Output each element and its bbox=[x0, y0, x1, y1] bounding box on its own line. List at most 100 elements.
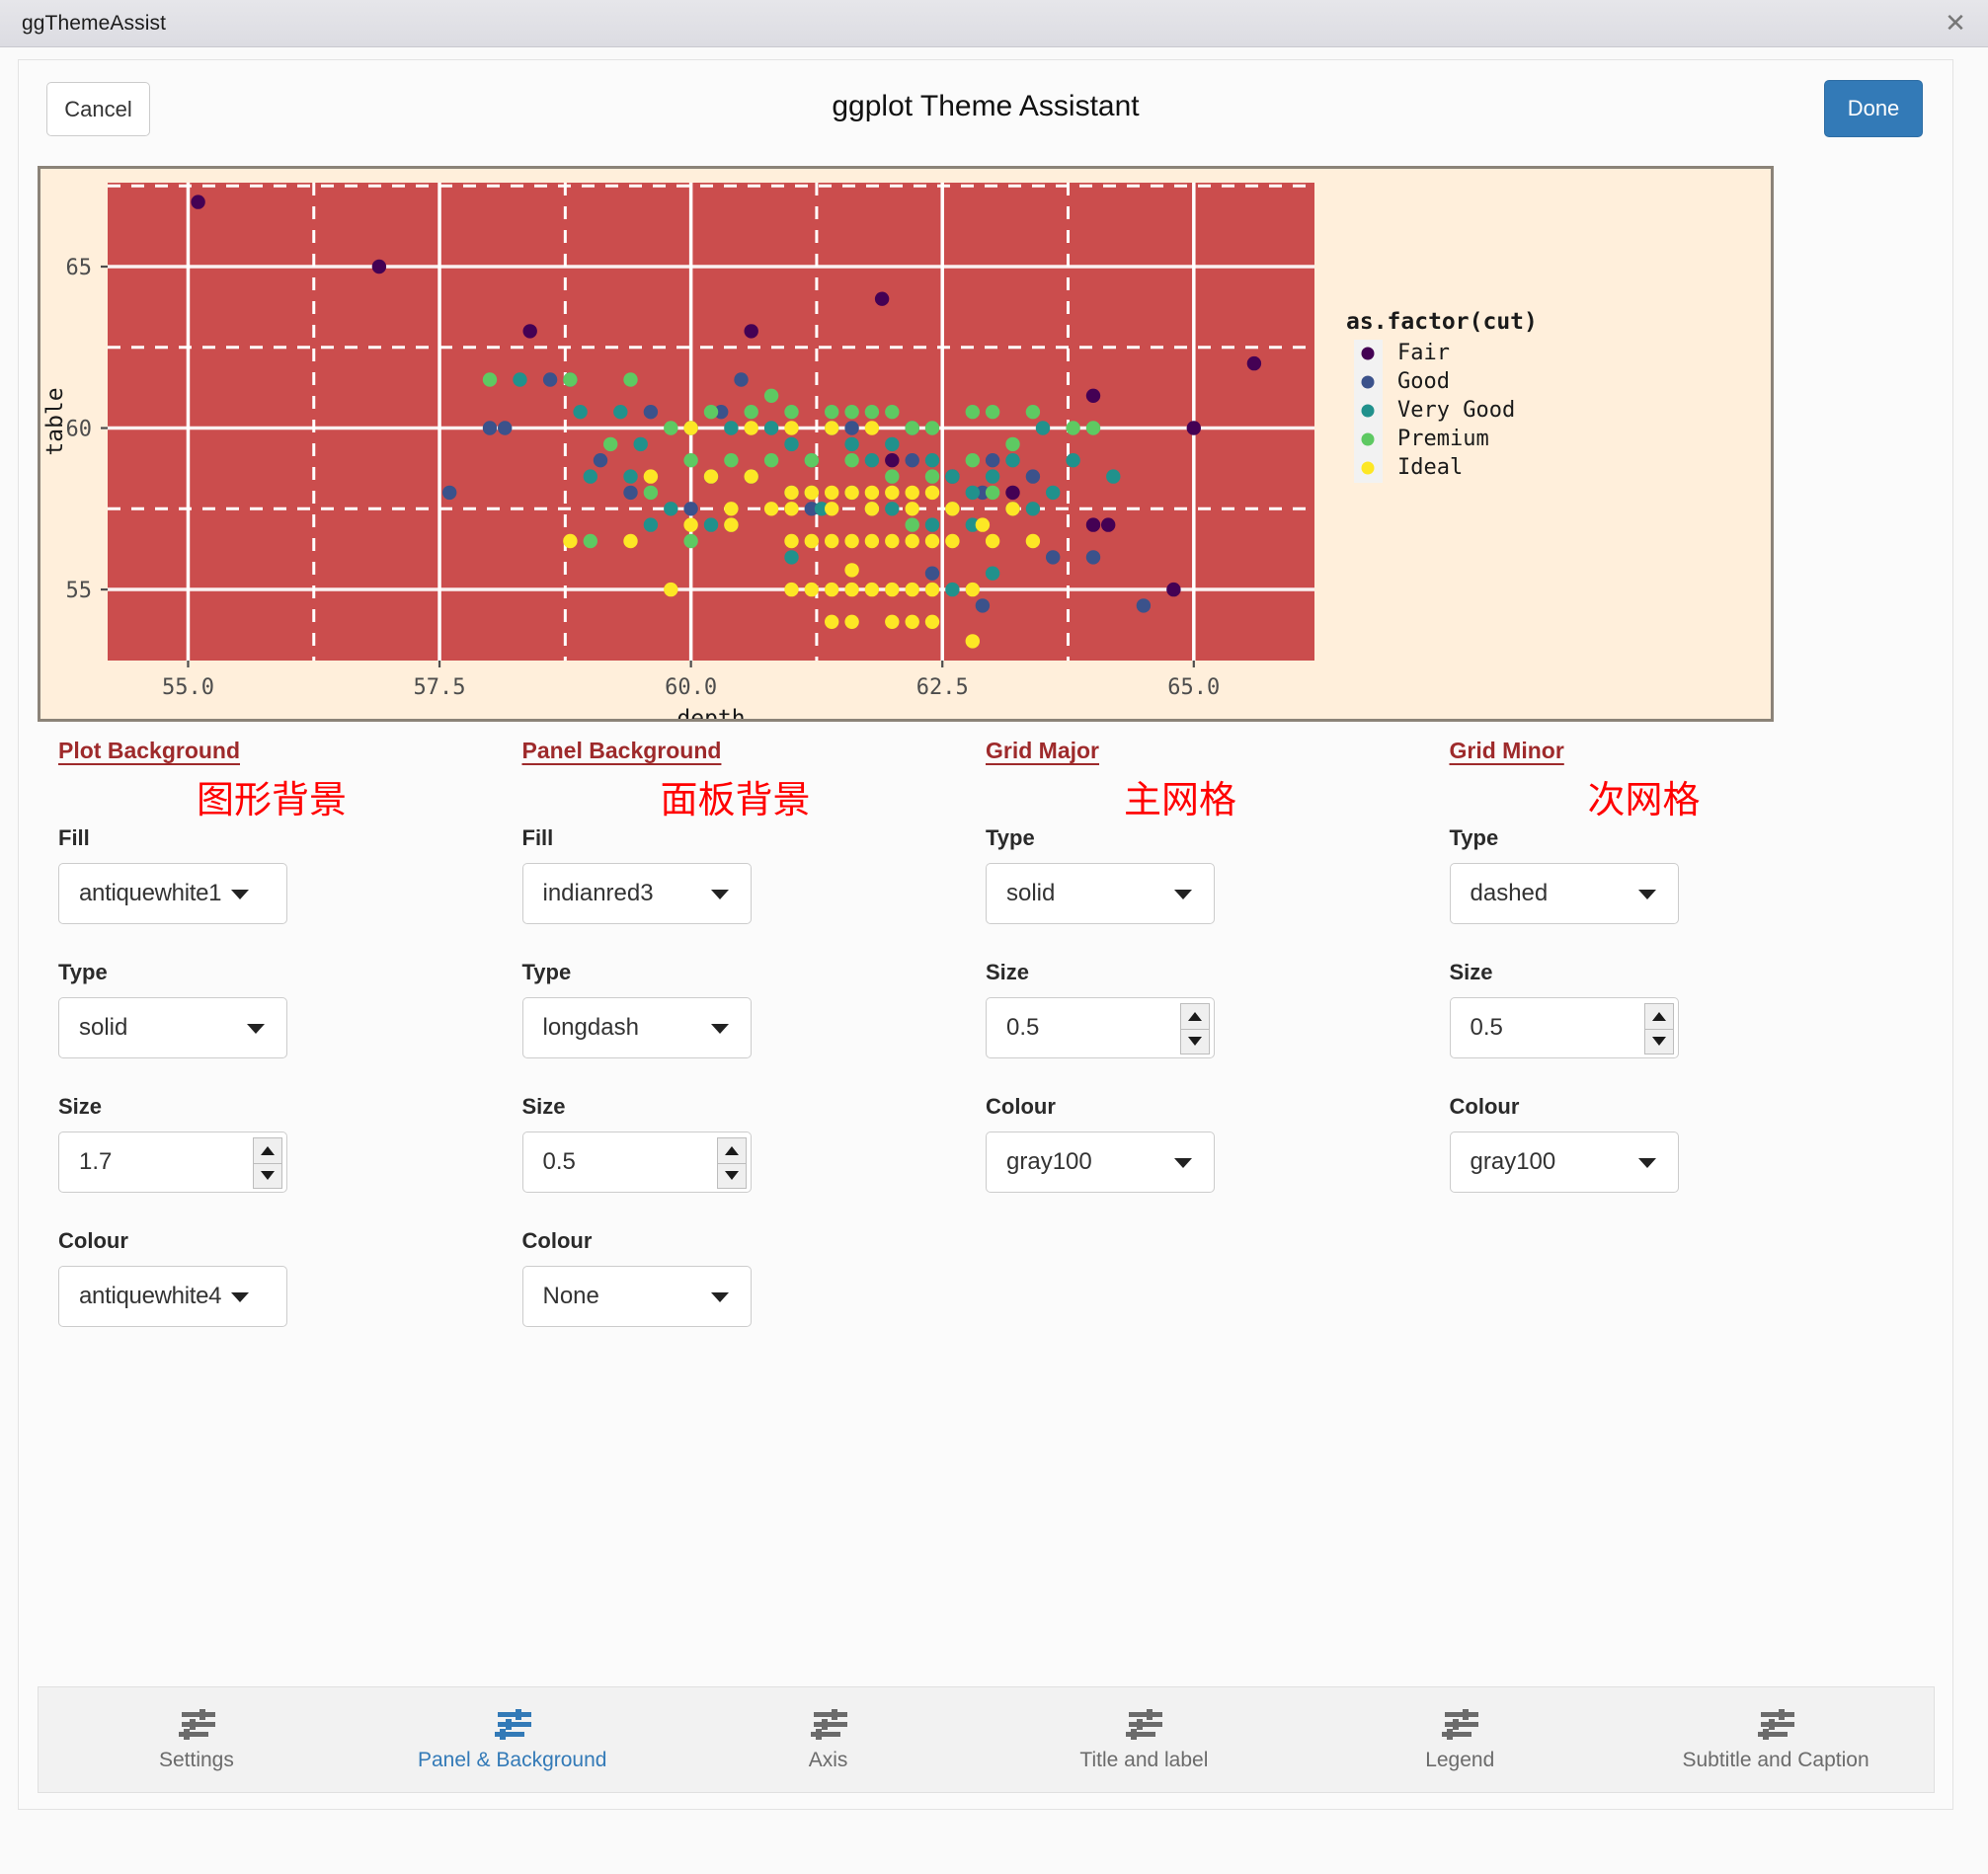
svg-text:57.5: 57.5 bbox=[414, 675, 466, 700]
select-colour[interactable]: antiquewhite4 bbox=[58, 1266, 287, 1327]
stepper-up-icon[interactable] bbox=[717, 1138, 746, 1164]
sliders-icon bbox=[810, 1708, 847, 1740]
svg-text:table: table bbox=[42, 387, 68, 455]
svg-text:60: 60 bbox=[66, 418, 93, 442]
select-value: dashed bbox=[1470, 880, 1549, 906]
select-fill[interactable]: antiquewhite1 bbox=[58, 863, 287, 924]
triangle-down-icon bbox=[261, 1171, 275, 1181]
sliders-icon bbox=[1126, 1708, 1163, 1740]
number-input-size[interactable]: 1.7 bbox=[58, 1132, 287, 1193]
field-label: Type bbox=[1449, 825, 1499, 850]
svg-text:65.0: 65.0 bbox=[1167, 675, 1220, 700]
stepper-up-icon[interactable] bbox=[254, 1138, 281, 1164]
close-icon[interactable]: ✕ bbox=[1923, 0, 1988, 46]
quantity-stepper[interactable] bbox=[1643, 1003, 1674, 1054]
select-type[interactable]: solid bbox=[986, 863, 1215, 924]
svg-text:Very Good: Very Good bbox=[1397, 398, 1515, 423]
select-value: None bbox=[542, 1283, 599, 1309]
field-label: Colour bbox=[986, 1094, 1056, 1119]
field-group: Type solid bbox=[58, 960, 522, 1058]
svg-text:Good: Good bbox=[1397, 369, 1450, 394]
triangle-up-icon bbox=[1651, 1011, 1666, 1021]
number-input-size[interactable]: 0.5 bbox=[1449, 997, 1679, 1058]
select-colour[interactable]: gray100 bbox=[1449, 1132, 1679, 1193]
field-label: Colour bbox=[521, 1228, 593, 1253]
tab-subtitle-and-caption[interactable]: Subtitle and Caption bbox=[1618, 1687, 1934, 1792]
field-group: Type solid bbox=[986, 825, 1450, 924]
select-colour[interactable]: gray100 bbox=[986, 1132, 1215, 1193]
chevron-down-icon bbox=[231, 1292, 249, 1302]
field-label: Colour bbox=[58, 1228, 128, 1253]
field-group: Fill antiquewhite1 bbox=[58, 825, 522, 924]
select-type[interactable]: solid bbox=[58, 997, 287, 1058]
page-title: ggplot Theme Assistant bbox=[832, 89, 1140, 122]
sliders-icon bbox=[1758, 1708, 1795, 1740]
stepper-down-icon[interactable] bbox=[254, 1164, 281, 1189]
select-type[interactable]: dashed bbox=[1449, 863, 1679, 924]
chevron-down-icon bbox=[231, 890, 249, 899]
dialog-header: Cancel ggplot Theme Assistant Done bbox=[19, 60, 1952, 152]
field-group: Size 0.5 bbox=[1449, 960, 1914, 1058]
scatter-plot: 55.0 57.5 60.0 62.5 65.0 55 60 65 depth table as.f… bbox=[40, 169, 1771, 719]
chevron-down-icon bbox=[1637, 890, 1656, 899]
quantity-stepper[interactable] bbox=[253, 1137, 282, 1189]
field-label: Size bbox=[986, 960, 1030, 984]
cancel-button[interactable]: Cancel bbox=[46, 82, 150, 136]
stepper-down-icon[interactable] bbox=[1181, 1030, 1209, 1054]
tab-legend[interactable]: Legend bbox=[1302, 1687, 1618, 1792]
ggthemeassist-window: ggThemeAssist ✕ Cancel ggplot Theme Assi… bbox=[0, 0, 1988, 1874]
field-group: Colour None bbox=[521, 1228, 987, 1327]
field-group: Size 1.7 bbox=[58, 1094, 522, 1193]
sliders-icon bbox=[494, 1708, 531, 1740]
svg-text:as.factor(cut): as.factor(cut) bbox=[1346, 309, 1538, 335]
svg-text:55: 55 bbox=[66, 579, 93, 603]
svg-text:depth: depth bbox=[676, 706, 745, 719]
stepper-up-icon[interactable] bbox=[1644, 1004, 1673, 1030]
svg-text:62.5: 62.5 bbox=[916, 675, 969, 700]
control-section: Grid Major 主网格 Type solid Size 0.5 Colour gray1… bbox=[986, 738, 1450, 1327]
quantity-stepper[interactable] bbox=[716, 1137, 747, 1189]
tab-title-and-label[interactable]: Title and label bbox=[986, 1687, 1302, 1792]
tab-label: Settings bbox=[158, 1748, 234, 1771]
section-heading: Grid Minor bbox=[1449, 738, 1564, 763]
select-type[interactable]: longdash bbox=[521, 997, 752, 1058]
stepper-up-icon[interactable] bbox=[1181, 1004, 1209, 1030]
window-title: ggThemeAssist bbox=[22, 11, 167, 35]
stepper-down-icon[interactable] bbox=[1645, 1030, 1673, 1054]
field-label: Fill bbox=[521, 825, 554, 850]
ggplot-preview: 55.0 57.5 60.0 62.5 65.0 55 60 65 depth table as.f… bbox=[38, 166, 1774, 722]
tab-axis[interactable]: Axis bbox=[671, 1687, 987, 1792]
svg-text:Premium: Premium bbox=[1397, 427, 1489, 451]
section-note-cn: 主网格 bbox=[1124, 778, 1237, 821]
theme-controls: Plot Background 图形背景 Fill antiquewhite1 Type… bbox=[19, 738, 1952, 1327]
tab-label: Subtitle and Caption bbox=[1682, 1748, 1869, 1771]
tab-settings[interactable]: Settings bbox=[39, 1687, 355, 1792]
control-section: Plot Background 图形背景 Fill antiquewhite1 Type… bbox=[58, 738, 522, 1327]
field-label: Fill bbox=[58, 825, 90, 850]
field-group: Type longdash bbox=[521, 960, 987, 1058]
control-section: Grid Minor 次网格 Type dashed Size 0.5 Colour gray… bbox=[1449, 738, 1914, 1327]
section-note-cn: 图形背景 bbox=[197, 778, 348, 821]
triangle-down-icon bbox=[1188, 1037, 1202, 1047]
stepper-down-icon[interactable] bbox=[718, 1164, 746, 1189]
tab-label: Axis bbox=[808, 1748, 848, 1771]
select-colour[interactable]: None bbox=[521, 1266, 752, 1327]
select-value: solid bbox=[1006, 880, 1056, 906]
quantity-stepper[interactable] bbox=[1180, 1003, 1210, 1054]
number-input-size[interactable]: 0.5 bbox=[986, 997, 1215, 1058]
field-group: Colour gray100 bbox=[1449, 1094, 1914, 1193]
window-titlebar: ggThemeAssist ✕ bbox=[0, 0, 1988, 47]
dialog-panel: Cancel ggplot Theme Assistant Done 55.0 5… bbox=[18, 59, 1953, 1810]
triangle-up-icon bbox=[261, 1145, 275, 1155]
number-input-size[interactable]: 0.5 bbox=[521, 1132, 752, 1193]
svg-text:55.0: 55.0 bbox=[162, 675, 214, 700]
number-value: 0.5 bbox=[542, 1148, 576, 1175]
chevron-down-icon bbox=[1174, 890, 1192, 899]
tab-panel-background[interactable]: Panel & Background bbox=[355, 1687, 671, 1792]
number-value: 0.5 bbox=[1470, 1014, 1503, 1041]
svg-text:Fair: Fair bbox=[1397, 341, 1450, 365]
tab-label: Panel & Background bbox=[418, 1748, 607, 1771]
select-fill[interactable]: indianred3 bbox=[521, 863, 752, 924]
done-button[interactable]: Done bbox=[1824, 80, 1923, 137]
field-label: Type bbox=[986, 825, 1035, 850]
